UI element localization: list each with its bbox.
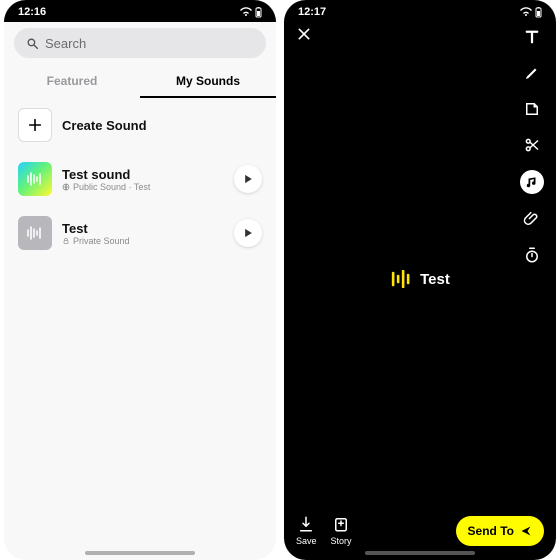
search-icon — [26, 37, 39, 50]
sounds-screen: 12:16 Search Featured My Sounds Create S… — [4, 0, 276, 560]
play-icon — [244, 228, 253, 238]
sticker-tool[interactable] — [521, 98, 543, 120]
timer-tool[interactable] — [521, 244, 543, 266]
status-bar: 12:16 — [4, 0, 276, 22]
sticker-icon — [523, 100, 541, 118]
waveform-icon — [390, 270, 410, 288]
play-icon — [244, 174, 253, 184]
draw-tool[interactable] — [521, 62, 543, 84]
battery-icon — [255, 7, 262, 18]
plus-icon — [18, 108, 52, 142]
sound-chip-label: Test — [420, 271, 450, 288]
sound-thumb — [18, 216, 52, 250]
tabs: Featured My Sounds — [4, 64, 276, 98]
edit-toolbar — [520, 26, 544, 266]
music-icon — [525, 175, 539, 189]
status-icons — [520, 6, 542, 18]
text-icon — [523, 28, 541, 46]
send-label: Send To — [468, 524, 514, 538]
sound-title: Test — [62, 221, 234, 236]
text-tool[interactable] — [521, 26, 543, 48]
scissors-icon — [523, 136, 541, 154]
save-label: Save — [296, 536, 317, 546]
timer-icon — [523, 246, 541, 264]
sound-title: Test sound — [62, 167, 234, 182]
tab-my-sounds[interactable]: My Sounds — [140, 64, 276, 98]
battery-icon — [535, 7, 542, 18]
waveform-icon — [26, 172, 44, 186]
music-tool[interactable] — [520, 170, 544, 194]
search-placeholder: Search — [45, 36, 86, 51]
globe-icon — [62, 183, 70, 191]
save-button[interactable]: Save — [296, 515, 317, 546]
clock: 12:17 — [298, 6, 326, 18]
download-icon — [297, 515, 315, 533]
sound-row[interactable]: Test sound Public Sound · Test — [4, 152, 276, 206]
waveform-icon — [26, 226, 44, 240]
play-button[interactable] — [234, 219, 262, 247]
send-to-button[interactable]: Send To — [456, 516, 544, 546]
attach-tool[interactable] — [521, 208, 543, 230]
story-icon — [332, 515, 350, 533]
send-icon — [520, 525, 532, 537]
sound-chip[interactable]: Test — [390, 270, 450, 288]
create-sound-row[interactable]: Create Sound — [4, 98, 276, 152]
snap-preview-screen: 12:17 Test Save — [284, 0, 556, 560]
sound-row[interactable]: Test Private Sound — [4, 206, 276, 260]
story-label: Story — [331, 536, 352, 546]
play-button[interactable] — [234, 165, 262, 193]
close-button[interactable] — [296, 26, 312, 47]
story-button[interactable]: Story — [331, 515, 352, 546]
wifi-icon — [520, 7, 532, 17]
wifi-icon — [240, 7, 252, 17]
clock: 12:16 — [18, 6, 46, 18]
lock-icon — [62, 237, 70, 245]
tab-featured[interactable]: Featured — [4, 64, 140, 98]
pencil-icon — [523, 64, 541, 82]
home-indicator — [85, 551, 195, 555]
sound-subtitle: Private Sound — [62, 236, 234, 246]
search-input[interactable]: Search — [14, 28, 266, 58]
create-sound-label: Create Sound — [62, 118, 262, 133]
paperclip-icon — [523, 210, 541, 228]
status-bar: 12:17 — [284, 0, 556, 22]
sound-thumb — [18, 162, 52, 196]
close-icon — [296, 26, 312, 42]
home-indicator — [365, 551, 475, 555]
status-icons — [240, 6, 262, 18]
scissors-tool[interactable] — [521, 134, 543, 156]
sound-subtitle: Public Sound · Test — [62, 182, 234, 192]
